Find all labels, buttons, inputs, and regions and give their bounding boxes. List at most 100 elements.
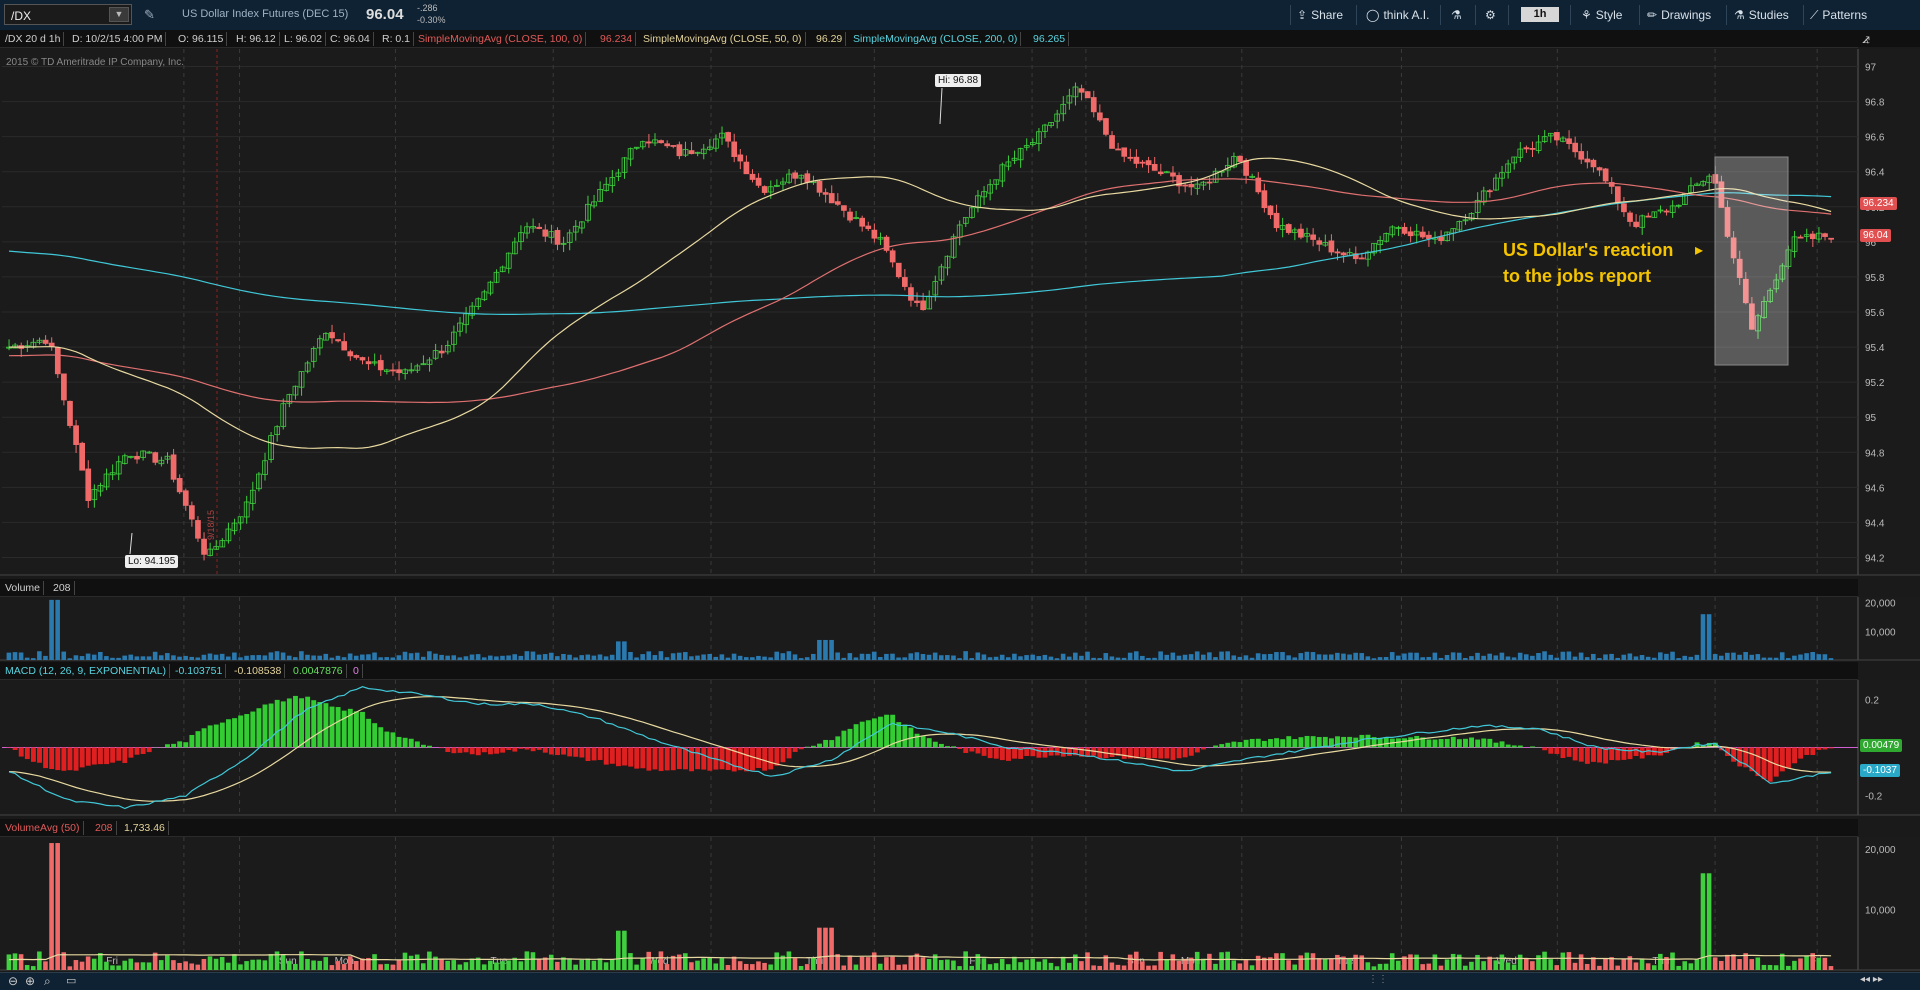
volume-bar [494, 656, 499, 660]
macd-histogram-bar [470, 748, 475, 755]
volume-bar [1475, 653, 1480, 660]
macd-histogram-bar [1561, 748, 1566, 759]
volume-bar [1816, 654, 1821, 660]
volume-bar [908, 653, 913, 660]
candle-body [1530, 148, 1535, 149]
period-selector[interactable]: 1h [1521, 7, 1559, 22]
macd-histogram-bar [1164, 748, 1169, 759]
drawings-button[interactable]: ✏Drawings [1647, 0, 1711, 30]
macd-histogram-bar [165, 744, 170, 747]
zoom-out-icon[interactable]: ⊖ [8, 974, 18, 988]
candle-body [196, 520, 201, 538]
volume-bar [933, 653, 938, 660]
volume-bar [1378, 657, 1383, 660]
volavg-bar [610, 959, 615, 970]
volume-bar [982, 654, 987, 660]
macd-histogram-bar [720, 748, 725, 770]
candle-body [646, 142, 651, 143]
symbol-input[interactable]: /DX ▼ [4, 4, 132, 25]
macd-histogram-bar [1201, 748, 1206, 750]
volavg-label[interactable]: VolumeAvg (50) [2, 821, 84, 835]
price-tick-label: 96.8 [1865, 98, 1885, 109]
macd-histogram-bar [1573, 748, 1578, 761]
volume-label[interactable]: Volume [2, 581, 44, 595]
fit-screen-icon[interactable]: ▭ [66, 974, 76, 987]
volavg-bar [293, 964, 298, 970]
volavg-bar [1756, 957, 1761, 970]
volume-bar [823, 640, 828, 660]
volume-bar [1487, 654, 1492, 660]
toolbar-separator [1290, 5, 1291, 25]
volavg-bar [147, 962, 152, 970]
volume-value: 208 [50, 581, 75, 595]
macd-histogram-bar [1171, 748, 1176, 760]
candle-body [915, 301, 920, 303]
studies-button[interactable]: ⚗Studies [1734, 0, 1789, 30]
macd-histogram-bar [927, 738, 932, 747]
volavg-bar [189, 963, 194, 970]
candle-body [1140, 162, 1145, 163]
macd-histogram-bar [1110, 748, 1115, 757]
top-toolbar: /DX ▼ ✎ US Dollar Index Futures (DEC 15)… [0, 0, 1920, 31]
candle-body [1426, 235, 1431, 238]
candle-body [43, 340, 48, 343]
volavg-bar [1207, 954, 1212, 970]
macd-histogram-bar [1829, 748, 1834, 749]
volavg-bar [287, 961, 292, 970]
flask-button[interactable]: ⚗ [1451, 0, 1462, 30]
volume-bar [1000, 655, 1005, 660]
volume-bar [707, 654, 712, 660]
macd-histogram-bar [1500, 741, 1505, 747]
magnifier-icon[interactable]: ⌕ [44, 974, 51, 989]
volume-bar [1341, 654, 1346, 660]
volume-bar [1707, 614, 1712, 660]
volavg-bar [640, 958, 645, 970]
volume-bar [31, 658, 36, 660]
volume-bar [397, 655, 402, 660]
studies-label: Studies [1749, 0, 1789, 30]
macd-histogram-bar [1280, 739, 1285, 747]
volume-bar [976, 652, 981, 660]
candle-body [1207, 182, 1212, 183]
zoom-in-icon[interactable]: ⊕ [25, 974, 35, 988]
macd-histogram-bar [171, 744, 176, 748]
scroll-grip-icon[interactable]: ⋮⋮ [1368, 974, 1388, 985]
volavg-bar [1384, 964, 1389, 970]
macd-histogram-bar [1152, 748, 1157, 759]
volume-bar [1798, 655, 1803, 660]
candle-body [202, 539, 207, 554]
volavg-bar [908, 956, 913, 970]
macd-histogram-bar [1408, 737, 1413, 747]
candle-body [732, 142, 737, 157]
volume-bar [1244, 655, 1249, 660]
volume-bar [1804, 653, 1809, 660]
macd-histogram-bar [1780, 748, 1785, 772]
volume-bar [43, 656, 48, 660]
volavg-bar [592, 961, 597, 970]
volume-bar [677, 653, 682, 660]
volavg-bar [750, 964, 755, 970]
volume-bar [732, 654, 737, 660]
macd-histogram-bar [726, 748, 731, 770]
share-button[interactable]: ⇪Share [1297, 0, 1343, 30]
symbol-dropdown-icon[interactable]: ▼ [109, 7, 129, 22]
volavg-bar [1061, 957, 1066, 970]
volavg-bar [1225, 952, 1230, 970]
volavg-bar [823, 928, 828, 970]
macd-histogram-bar [598, 748, 603, 760]
candle-body [829, 194, 834, 203]
volavg-bar [183, 961, 188, 970]
volavg-bar [567, 959, 572, 970]
scroll-controls-icon[interactable]: ◂◂ ▸▸ [1860, 974, 1883, 985]
macd-histogram-bar [1786, 748, 1791, 769]
think-ai-button[interactable]: ◯think A.I. [1366, 0, 1429, 30]
patterns-button[interactable]: ⟋Patterns [1810, 0, 1867, 30]
macd-histogram-bar [281, 701, 286, 747]
settings-button[interactable]: ⚙ [1485, 0, 1496, 30]
style-button[interactable]: ⚘Style [1581, 0, 1622, 30]
volavg-tick-label: 10,000 [1865, 906, 1896, 917]
volume-bar [646, 651, 651, 660]
macd-histogram-bar [665, 748, 670, 771]
macd-label[interactable]: MACD (12, 26, 9, EXPONENTIAL) [2, 664, 170, 678]
pencil-icon[interactable]: ✎ [144, 7, 155, 23]
